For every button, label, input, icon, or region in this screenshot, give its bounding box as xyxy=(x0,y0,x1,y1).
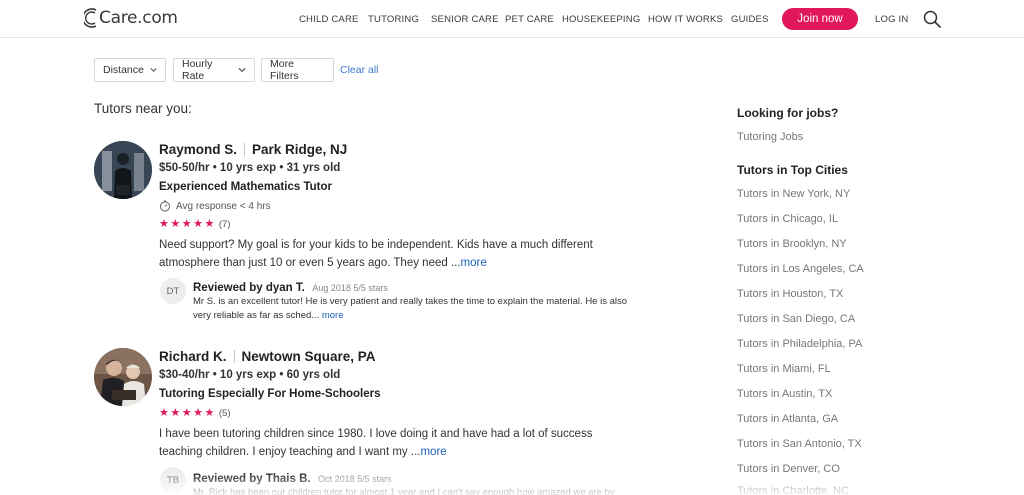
city-link[interactable]: Tutors in Houston, TX xyxy=(737,288,843,300)
star-rating: ★ ★ ★ ★ ★ (5) xyxy=(159,407,231,419)
city-link[interactable]: Tutors in Austin, TX xyxy=(737,388,832,400)
hourly-rate-filter-label: Hourly Rate xyxy=(182,58,213,82)
tutoring-jobs-link[interactable]: Tutoring Jobs xyxy=(737,131,803,143)
city-link[interactable]: Tutors in Charlotte, NC xyxy=(737,485,849,495)
more-link[interactable]: more xyxy=(420,446,446,458)
caregiver-name-line: Richard K. Newtown Square, PA xyxy=(159,349,376,364)
rate-experience-age: $50-50/hr • 10 yrs exp • 31 yrs old xyxy=(159,162,341,174)
star-icon: ★ xyxy=(170,217,181,230)
review-count: (7) xyxy=(218,218,231,230)
nav-senior-care[interactable]: SENIOR CARE xyxy=(431,14,499,25)
nav-how-it-works[interactable]: HOW IT WORKS xyxy=(648,14,723,25)
review-body: Mr S. is an excellent tutor! He is very … xyxy=(193,296,628,321)
star-icon: ★ xyxy=(181,217,192,230)
star-rating: ★ ★ ★ ★ ★ (7) xyxy=(159,218,231,230)
profile-photo-icon xyxy=(94,348,152,406)
nav-pet-care[interactable]: PET CARE xyxy=(505,14,554,25)
caregiver-headline[interactable]: Experienced Mathematics Tutor xyxy=(159,181,332,193)
review-count: (5) xyxy=(218,407,231,419)
star-icon: ★ xyxy=(193,217,203,230)
star-icon: ★ xyxy=(193,406,203,419)
separator xyxy=(233,350,235,363)
rate-experience-age: $30-40/hr • 10 yrs exp • 60 yrs old xyxy=(159,369,341,381)
review-header: Reviewed by Thais B. Oct 2018 5/5 stars xyxy=(193,469,392,487)
city-link[interactable]: Tutors in San Antonio, TX xyxy=(737,438,862,450)
login-link[interactable]: LOG IN xyxy=(875,14,908,25)
clear-all-link[interactable]: Clear all xyxy=(340,64,379,76)
profile-photo-icon xyxy=(94,141,152,199)
top-cities-heading: Tutors in Top Cities xyxy=(737,163,848,177)
review-date-rating: Oct 2018 5/5 stars xyxy=(318,474,392,484)
caregiver-avatar[interactable] xyxy=(94,348,152,406)
review-text: Mr S. is an excellent tutor! He is very … xyxy=(193,295,633,323)
city-link[interactable]: Tutors in Chicago, IL xyxy=(737,213,838,225)
more-link[interactable]: more xyxy=(461,257,487,269)
distance-filter-label: Distance xyxy=(103,64,144,76)
caregiver-card[interactable]: Richard K. Newtown Square, PA $30-40/hr … xyxy=(94,348,654,495)
top-navigation-bar: Care.com CHILD CARE TUTORING SENIOR CARE… xyxy=(0,0,1024,38)
caregiver-name-line: Raymond S. Park Ridge, NJ xyxy=(159,142,347,157)
reviewer-initials-avatar: DT xyxy=(160,278,186,304)
city-link[interactable]: Tutors in Atlanta, GA xyxy=(737,413,838,425)
caregiver-avatar[interactable] xyxy=(94,141,152,199)
nav-child-care[interactable]: CHILD CARE xyxy=(299,14,359,25)
nav-guides[interactable]: GUIDES xyxy=(731,14,769,25)
caregiver-name[interactable]: Richard K. xyxy=(159,349,227,364)
city-link[interactable]: Tutors in New York, NY xyxy=(737,188,850,200)
city-link[interactable]: Tutors in Denver, CO xyxy=(737,463,840,475)
review-body: Mr. Rick has been our children tutor for… xyxy=(193,487,615,495)
reviewer-name: Reviewed by Thais B. xyxy=(193,473,311,485)
star-icon: ★ xyxy=(181,406,192,419)
caregiver-name[interactable]: Raymond S. xyxy=(159,142,237,157)
caregiver-headline[interactable]: Tutoring Especially For Home-Schoolers xyxy=(159,388,381,400)
hourly-rate-filter[interactable]: Hourly Rate xyxy=(173,58,255,82)
star-icon: ★ xyxy=(204,217,215,230)
chevron-down-icon xyxy=(150,68,157,72)
chevron-down-icon xyxy=(238,67,246,73)
reviewer-initials-avatar: TB xyxy=(160,467,186,493)
city-link[interactable]: Tutors in Miami, FL xyxy=(737,363,831,375)
caregiver-card[interactable]: Raymond S. Park Ridge, NJ $50-50/hr • 10… xyxy=(94,141,654,331)
caregiver-description: Need support? My goal is for your kids t… xyxy=(159,236,629,272)
reviewer-name: Reviewed by dyan T. xyxy=(193,282,305,294)
city-link[interactable]: Tutors in Los Angeles, CA xyxy=(737,263,864,275)
logo-text: Care.com xyxy=(99,8,178,28)
search-icon[interactable] xyxy=(923,10,941,28)
more-filters-button[interactable]: More Filters xyxy=(261,58,334,82)
nav-housekeeping[interactable]: HOUSEKEEPING xyxy=(562,14,640,25)
care-logo-mark-icon xyxy=(84,8,97,28)
nav-tutoring[interactable]: TUTORING xyxy=(368,14,419,25)
more-filters-label: More Filters xyxy=(270,58,299,82)
star-icon: ★ xyxy=(204,406,215,419)
care-logo[interactable]: Care.com xyxy=(84,6,178,30)
separator xyxy=(244,143,246,156)
star-icon: ★ xyxy=(159,217,169,230)
stopwatch-icon xyxy=(159,200,171,212)
caregiver-location: Newtown Square, PA xyxy=(241,349,376,364)
star-icon: ★ xyxy=(170,406,181,419)
review-date-rating: Aug 2018 5/5 stars xyxy=(312,283,388,293)
review-more-link[interactable]: more xyxy=(322,310,344,321)
city-link[interactable]: Tutors in Philadelphia, PA xyxy=(737,338,862,350)
caregiver-location: Park Ridge, NJ xyxy=(252,142,348,157)
review-header: Reviewed by dyan T. Aug 2018 5/5 stars xyxy=(193,278,388,296)
join-now-button[interactable]: Join now xyxy=(782,8,858,30)
distance-filter[interactable]: Distance xyxy=(94,58,166,82)
city-link[interactable]: Tutors in San Diego, CA xyxy=(737,313,855,325)
description-text: I have been tutoring children since 1980… xyxy=(159,428,593,458)
city-link[interactable]: Tutors in Brooklyn, NY xyxy=(737,238,847,250)
caregiver-description: I have been tutoring children since 1980… xyxy=(159,425,629,461)
description-text: Need support? My goal is for your kids t… xyxy=(159,239,593,269)
response-time-text: Avg response < 4 hrs xyxy=(176,200,271,212)
response-time: Avg response < 4 hrs xyxy=(159,200,271,212)
star-icon: ★ xyxy=(159,406,169,419)
jobs-heading: Looking for jobs? xyxy=(737,106,839,120)
review-text: Mr. Rick has been our children tutor for… xyxy=(193,486,633,495)
results-heading: Tutors near you: xyxy=(94,101,192,116)
